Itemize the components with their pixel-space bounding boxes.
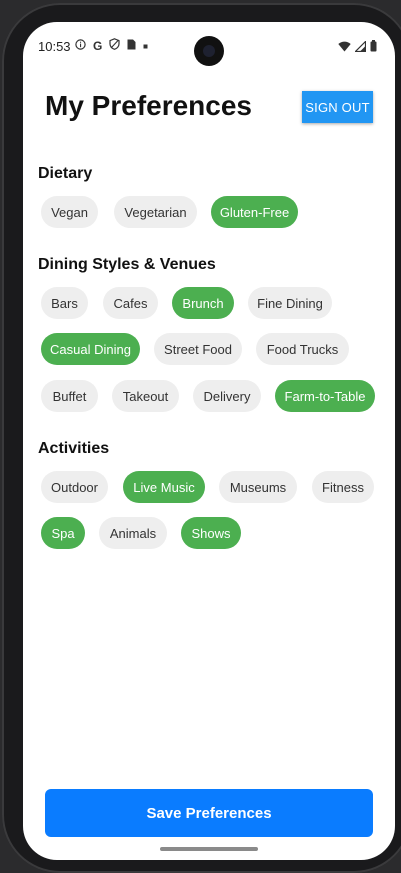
chip-buffet[interactable]: Buffet — [41, 380, 98, 412]
chip-spa[interactable]: Spa — [41, 517, 85, 549]
chip-bars[interactable]: Bars — [41, 287, 88, 319]
chip-museums[interactable]: Museums — [219, 471, 297, 503]
save-preferences-button[interactable]: Save Preferences — [45, 789, 373, 837]
app-screen: 10:53 G My Preferences SIGN OUT Dietary … — [23, 22, 395, 860]
status-icons-right — [338, 39, 377, 57]
google-icon: G — [93, 38, 103, 53]
wifi-icon — [338, 39, 351, 57]
chip-fine-dining[interactable]: Fine Dining — [248, 287, 332, 319]
sign-out-button[interactable]: SIGN OUT — [302, 91, 373, 123]
shield-icon — [109, 38, 120, 54]
chip-casual-dining[interactable]: Casual Dining — [41, 333, 140, 365]
section-title-dietary: Dietary — [38, 165, 93, 182]
chip-fitness[interactable]: Fitness — [312, 471, 374, 503]
chip-food-trucks[interactable]: Food Trucks — [256, 333, 349, 365]
chip-brunch[interactable]: Brunch — [172, 287, 234, 319]
chip-delivery[interactable]: Delivery — [193, 380, 261, 412]
status-bar: 10:53 G — [23, 22, 395, 70]
status-time: 10:53 — [38, 39, 71, 54]
chip-takeout[interactable]: Takeout — [112, 380, 179, 412]
chip-animals[interactable]: Animals — [99, 517, 167, 549]
info-icon — [75, 38, 86, 54]
section-title-dining: Dining Styles & Venues — [38, 256, 216, 273]
chip-outdoor[interactable]: Outdoor — [41, 471, 108, 503]
chip-vegan[interactable]: Vegan — [41, 196, 98, 228]
chip-live-music[interactable]: Live Music — [123, 471, 205, 503]
chip-vegetarian[interactable]: Vegetarian — [114, 196, 197, 228]
chip-shows[interactable]: Shows — [181, 517, 241, 549]
chip-gluten-free[interactable]: Gluten-Free — [211, 196, 298, 228]
section-title-activities: Activities — [38, 440, 110, 457]
dot-icon — [143, 40, 148, 53]
signal-icon — [354, 39, 367, 57]
home-indicator[interactable] — [160, 847, 258, 851]
chip-street-food[interactable]: Street Food — [154, 333, 242, 365]
battery-icon — [370, 39, 377, 57]
chip-farm-to-table[interactable]: Farm-to-Table — [275, 380, 375, 412]
camera-cutout — [194, 36, 224, 66]
sim-icon — [127, 39, 136, 54]
page-title: My Preferences — [45, 90, 253, 121]
chip-cafes[interactable]: Cafes — [103, 287, 158, 319]
status-icons-left: G — [75, 38, 148, 54]
